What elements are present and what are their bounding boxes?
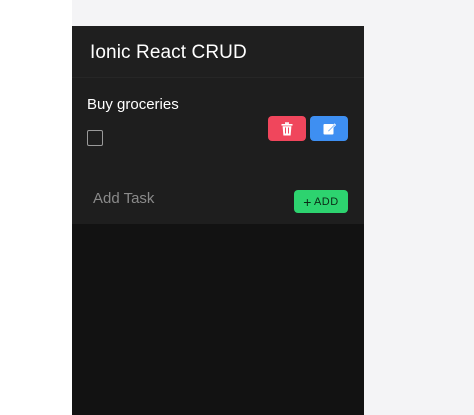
task-label: Buy groceries [87, 96, 179, 113]
edit-task-button[interactable] [310, 116, 348, 141]
delete-task-button[interactable] [268, 116, 306, 141]
app-window: Ionic React CRUD Buy groceries + ADD [72, 26, 364, 415]
page-left-background [0, 0, 72, 415]
add-task-button[interactable]: + ADD [294, 190, 348, 213]
page-right-background [364, 0, 474, 415]
trash-icon [281, 121, 293, 135]
app-header: Ionic React CRUD [72, 26, 364, 78]
task-checkbox[interactable] [87, 130, 103, 146]
add-task-input[interactable] [86, 188, 273, 208]
plus-icon: + [303, 193, 312, 210]
add-button-label: ADD [313, 195, 339, 208]
page-title: Ionic React CRUD [90, 42, 247, 63]
add-task-row: + ADD [72, 170, 364, 224]
edit-icon [323, 123, 336, 135]
task-item: Buy groceries [72, 78, 364, 170]
